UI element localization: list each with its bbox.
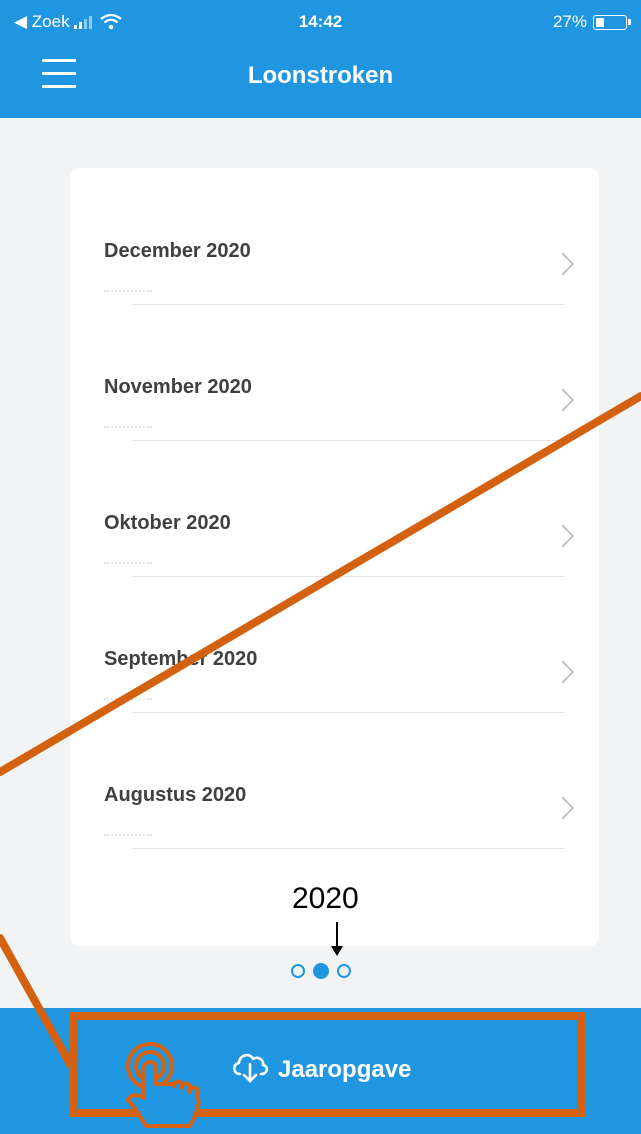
status-bar: ◀ Zoek 14:42 27% (0, 0, 641, 44)
chevron-right-icon (551, 796, 575, 820)
payslip-row-label: December 2020 (104, 240, 251, 262)
payslip-row-label: Oktober 2020 (104, 512, 231, 534)
row-divider (132, 848, 565, 849)
page-indicator (0, 963, 641, 979)
chevron-right-icon (551, 660, 575, 684)
payslip-row-detail (104, 562, 152, 568)
payslip-row-detail (104, 426, 152, 432)
payslip-row-september-2020[interactable]: September 2020 (70, 576, 599, 713)
page-dot-active[interactable] (312, 963, 329, 979)
status-right: 27% (552, 12, 631, 32)
page-dot[interactable] (336, 964, 351, 978)
payslip-row-augustus-2020[interactable]: Augustus 2020 (70, 712, 599, 849)
payslip-row-detail (104, 290, 152, 296)
battery-percentage: 27% (552, 12, 587, 31)
payslip-row-detail (104, 698, 152, 704)
payslip-list-card: December 2020 November 2020 Oktober 2020… (70, 168, 599, 946)
tap-hand-icon (126, 1042, 201, 1128)
arrow-down-icon (331, 922, 343, 956)
payslip-row-label: Augustus 2020 (104, 784, 247, 806)
payslip-row-november-2020[interactable]: November 2020 (70, 304, 599, 441)
chevron-right-icon (551, 252, 575, 276)
status-time: 14:42 (298, 12, 343, 31)
payslip-row-label: November 2020 (104, 376, 252, 398)
cloud-download-icon (232, 1053, 269, 1083)
chevron-right-icon (551, 388, 575, 412)
battery-icon (593, 14, 631, 30)
payslip-row-oktober-2020[interactable]: Oktober 2020 (70, 440, 599, 577)
annotation-year-label: 2020 (292, 882, 359, 915)
top-bar: ◀ Zoek 14:42 27% Loonstroken (0, 0, 641, 118)
chevron-right-icon (551, 524, 575, 548)
page-dot[interactable] (290, 964, 305, 978)
page-title: Loonstroken (247, 62, 394, 89)
payslip-row-label: September 2020 (104, 648, 258, 670)
payslip-row-december-2020[interactable]: December 2020 (70, 168, 599, 305)
jaaropgave-label: Jaaropgave (278, 1056, 412, 1083)
payslip-row-detail (104, 834, 152, 840)
